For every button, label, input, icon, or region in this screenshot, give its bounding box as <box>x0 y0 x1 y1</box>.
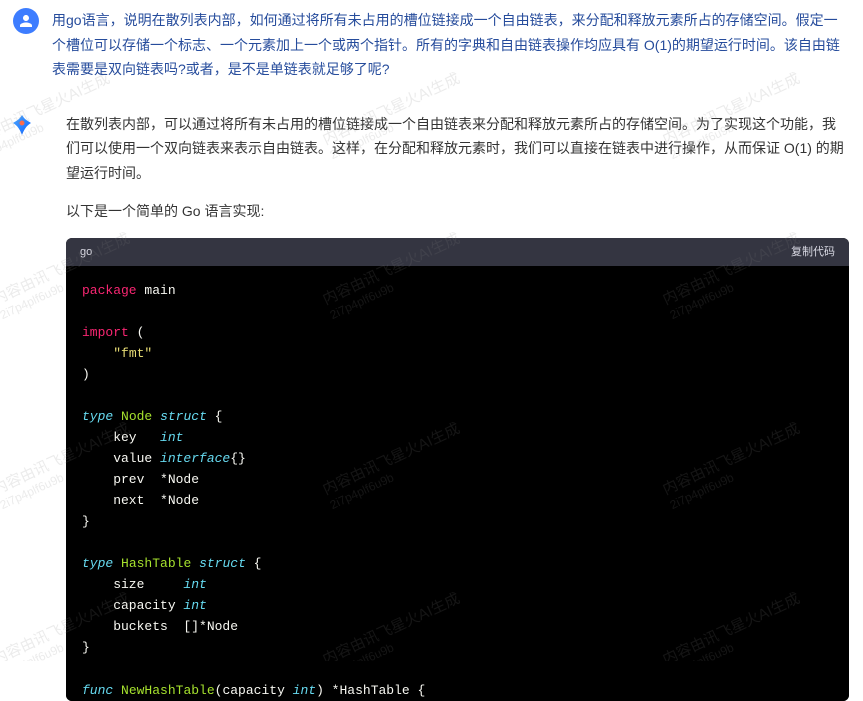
copy-code-button[interactable]: 复制代码 <box>791 243 835 261</box>
user-avatar <box>13 8 39 34</box>
assistant-message-row: 在散列表内部，可以通过将所有未占用的槽位链接成一个自由链表来分配和释放元素所占的… <box>0 104 863 701</box>
assistant-content: 在散列表内部，可以通过将所有未占用的槽位链接成一个自由链表来分配和释放元素所占的… <box>48 112 851 701</box>
user-message-text: 用go语言，说明在散列表内部，如何通过将所有未占用的槽位链接成一个自由链表，来分… <box>52 8 851 82</box>
code-language-label: go <box>80 243 92 261</box>
assistant-paragraph-1: 在散列表内部，可以通过将所有未占用的槽位链接成一个自由链表来分配和释放元素所占的… <box>66 112 849 186</box>
spark-icon <box>9 112 35 138</box>
code-content[interactable]: package main import ( "fmt" ) type Node … <box>66 266 849 701</box>
user-icon <box>17 12 35 30</box>
assistant-paragraph-2: 以下是一个简单的 Go 语言实现: <box>66 199 849 224</box>
code-block: go 复制代码 package main import ( "fmt" ) ty… <box>66 238 849 701</box>
code-header: go 复制代码 <box>66 238 849 266</box>
assistant-text: 在散列表内部，可以通过将所有未占用的槽位链接成一个自由链表来分配和释放元素所占的… <box>66 112 849 224</box>
user-message-row: 用go语言，说明在散列表内部，如何通过将所有未占用的槽位链接成一个自由链表，来分… <box>0 0 863 82</box>
ai-avatar <box>9 112 35 138</box>
user-content: 用go语言，说明在散列表内部，如何通过将所有未占用的槽位链接成一个自由链表，来分… <box>52 8 851 82</box>
avatar-column <box>8 112 36 701</box>
avatar-column <box>12 8 40 82</box>
